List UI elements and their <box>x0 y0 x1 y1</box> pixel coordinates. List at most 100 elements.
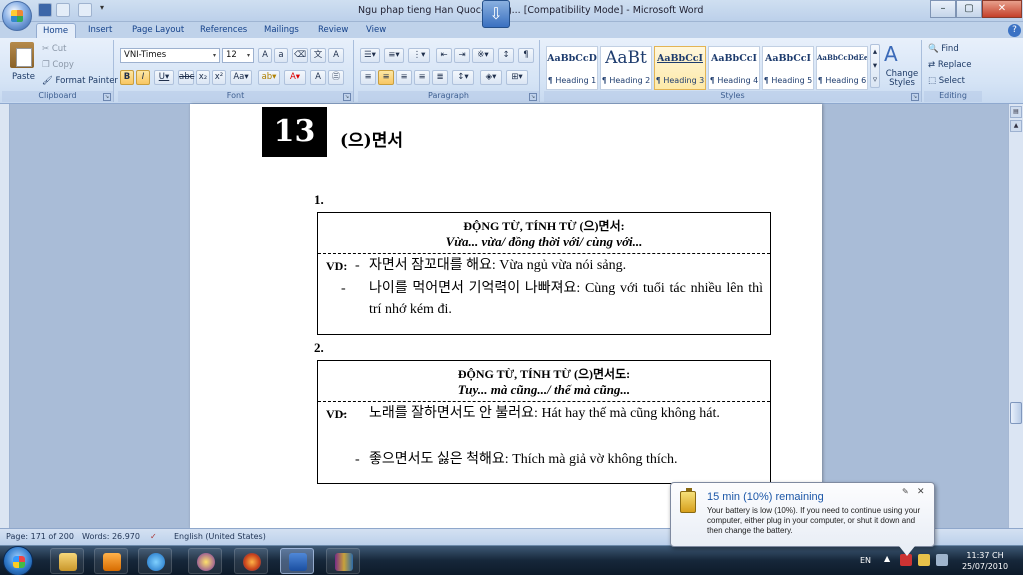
taskbar-explorer[interactable] <box>50 548 84 574</box>
line-spacing-button[interactable]: ↕▾ <box>452 70 474 85</box>
borders-button[interactable]: ⊞▾ <box>506 70 528 85</box>
taskbar-word[interactable] <box>280 548 314 574</box>
battery-icon[interactable] <box>918 554 930 566</box>
taskbar-yahoo-messenger[interactable] <box>188 548 222 574</box>
style-heading-6[interactable]: AaBbCcDdEe ¶ Heading 6 <box>816 46 868 90</box>
enclose-characters-icon[interactable]: ㊂ <box>328 70 344 85</box>
style-heading-2[interactable]: AaBt ¶ Heading 2 <box>600 46 652 90</box>
download-arrow-icon[interactable]: ⇩ <box>482 0 510 28</box>
taskbar-winrar[interactable] <box>326 548 360 574</box>
ruler-toggle-icon[interactable]: ▤ <box>1010 106 1022 118</box>
undo-icon[interactable] <box>56 3 70 17</box>
numbering-button[interactable]: ≡▾ <box>384 48 404 63</box>
balloon-tail <box>899 546 915 556</box>
tab-home[interactable]: Home <box>36 23 76 38</box>
close-button[interactable]: ✕ <box>982 0 1022 18</box>
change-styles-icon[interactable]: A <box>884 42 898 66</box>
change-case-button[interactable]: Aa▾ <box>230 70 252 85</box>
paste-button[interactable]: Paste <box>12 72 35 82</box>
scroll-up-icon[interactable]: ▲ <box>1010 120 1022 132</box>
save-icon[interactable] <box>38 3 52 17</box>
format-painter-button[interactable]: 🖌 Format Painter <box>42 76 118 86</box>
tab-page-layout[interactable]: Page Layout <box>126 23 190 38</box>
decrease-indent-icon[interactable]: ⇤ <box>436 48 452 63</box>
page-count[interactable]: Page: 171 of 200 <box>6 532 74 541</box>
taskbar-internet-explorer[interactable] <box>138 548 172 574</box>
highlight-color-button[interactable]: ab▾ <box>258 70 280 85</box>
proofing-icon[interactable]: ✓ <box>150 532 157 541</box>
volume-icon[interactable] <box>936 554 948 566</box>
align-left-icon[interactable]: ≡ <box>360 70 376 85</box>
show-hidden-icons[interactable]: ▲ <box>884 554 892 566</box>
copy-button[interactable]: ❐ Copy <box>42 60 74 70</box>
cut-button[interactable]: ✂ Cut <box>42 44 66 54</box>
increase-indent-icon[interactable]: ⇥ <box>454 48 470 63</box>
customize-qat-icon[interactable]: ▾ <box>100 3 108 17</box>
subscript-button[interactable]: x₂ <box>196 70 210 85</box>
character-shading-icon[interactable]: A <box>310 70 326 85</box>
font-color-button[interactable]: A▾ <box>284 70 306 85</box>
scroll-thumb[interactable] <box>1010 402 1022 424</box>
taskbar-firefox[interactable] <box>234 548 268 574</box>
multilevel-list-button[interactable]: ⋮▾ <box>408 48 430 63</box>
tab-mailings[interactable]: Mailings <box>258 23 305 38</box>
notification-options-icon[interactable]: ✎ <box>902 487 909 496</box>
align-right-icon[interactable]: ≡ <box>396 70 412 85</box>
document-page[interactable]: 13 (으)면서 1. ĐỘNG TỪ, TÍNH TỪ (으)면서: Vừa.… <box>190 104 822 528</box>
superscript-button[interactable]: x² <box>212 70 226 85</box>
tab-references[interactable]: References <box>194 23 253 38</box>
strikethrough-button[interactable]: abc <box>178 70 194 85</box>
underline-button[interactable]: U▾ <box>154 70 174 85</box>
start-button[interactable] <box>3 546 33 575</box>
grow-font-button[interactable]: A <box>258 48 272 63</box>
align-center-icon[interactable]: ≡ <box>378 70 394 85</box>
distributed-icon[interactable]: ≣ <box>432 70 448 85</box>
shading-button[interactable]: ◈▾ <box>480 70 502 85</box>
redo-icon[interactable] <box>78 3 92 17</box>
bullets-button[interactable]: ☰▾ <box>360 48 380 63</box>
replace-button[interactable]: ⇄ Replace <box>928 60 971 70</box>
tab-view[interactable]: View <box>360 23 392 38</box>
system-clock[interactable]: 11:37 CH 25/07/2010 <box>955 550 1015 572</box>
clipboard-group: Paste ✂ Cut ❐ Copy 🖌 Format Painter Clip… <box>2 40 118 102</box>
tab-insert[interactable]: Insert <box>82 23 118 38</box>
clear-formatting-icon[interactable]: ⌫ <box>292 48 308 63</box>
select-button[interactable]: ⬚ Select <box>928 76 965 86</box>
word-count[interactable]: Words: 26.970 <box>82 532 140 541</box>
taskbar-media-player[interactable] <box>94 548 128 574</box>
style-heading-5[interactable]: AaBbCcI ¶ Heading 5 <box>762 46 814 90</box>
office-button[interactable] <box>2 1 32 31</box>
paste-icon[interactable] <box>10 42 34 68</box>
change-styles-button[interactable]: Change Styles <box>884 70 920 88</box>
help-icon[interactable]: ? <box>1008 24 1021 37</box>
styles-launcher-icon[interactable]: ↘ <box>911 93 919 101</box>
font-size-combo[interactable]: 12 ▾ <box>222 48 254 63</box>
maximize-button[interactable]: ▢ <box>956 0 982 18</box>
character-border-icon[interactable]: A <box>328 48 344 63</box>
styles-scroll-icon[interactable]: ▴ ▾ ▿ <box>870 44 880 88</box>
phonetic-guide-icon[interactable]: 文 <box>310 48 326 63</box>
style-heading-3[interactable]: AaBbCcI ¶ Heading 3 <box>654 46 706 90</box>
bold-button[interactable]: B <box>120 70 134 85</box>
notification-close-icon[interactable]: ✕ <box>917 487 925 497</box>
language-status[interactable]: English (United States) <box>174 532 266 541</box>
minimize-button[interactable]: – <box>930 0 956 18</box>
paragraph-launcher-icon[interactable]: ↘ <box>529 93 537 101</box>
style-heading-4[interactable]: AaBbCcI ¶ Heading 4 <box>708 46 760 90</box>
font-name-combo[interactable]: VNI-Times ▾ <box>120 48 220 63</box>
clipboard-launcher-icon[interactable]: ↘ <box>103 93 111 101</box>
show-formatting-icon[interactable]: ¶ <box>518 48 534 63</box>
find-button[interactable]: 🔍 Find <box>928 44 959 54</box>
ribbon: Paste ✂ Cut ❐ Copy 🖌 Format Painter Clip… <box>0 38 1023 104</box>
vertical-scrollbar[interactable]: ▤ ▲ <box>1008 104 1023 528</box>
tab-review[interactable]: Review <box>312 23 354 38</box>
justify-icon[interactable]: ≡ <box>414 70 430 85</box>
language-indicator[interactable]: EN <box>860 556 871 565</box>
asian-layout-icon[interactable]: ※▾ <box>472 48 494 63</box>
sort-icon[interactable]: ↕ <box>498 48 514 63</box>
shrink-font-button[interactable]: a <box>274 48 288 63</box>
italic-button[interactable]: I <box>136 70 150 85</box>
style-heading-1[interactable]: AaBbCcD ¶ Heading 1 <box>546 46 598 90</box>
font-launcher-icon[interactable]: ↘ <box>343 93 351 101</box>
battery-notification[interactable]: 15 min (10%) remaining ✎ ✕ Your battery … <box>670 482 935 556</box>
